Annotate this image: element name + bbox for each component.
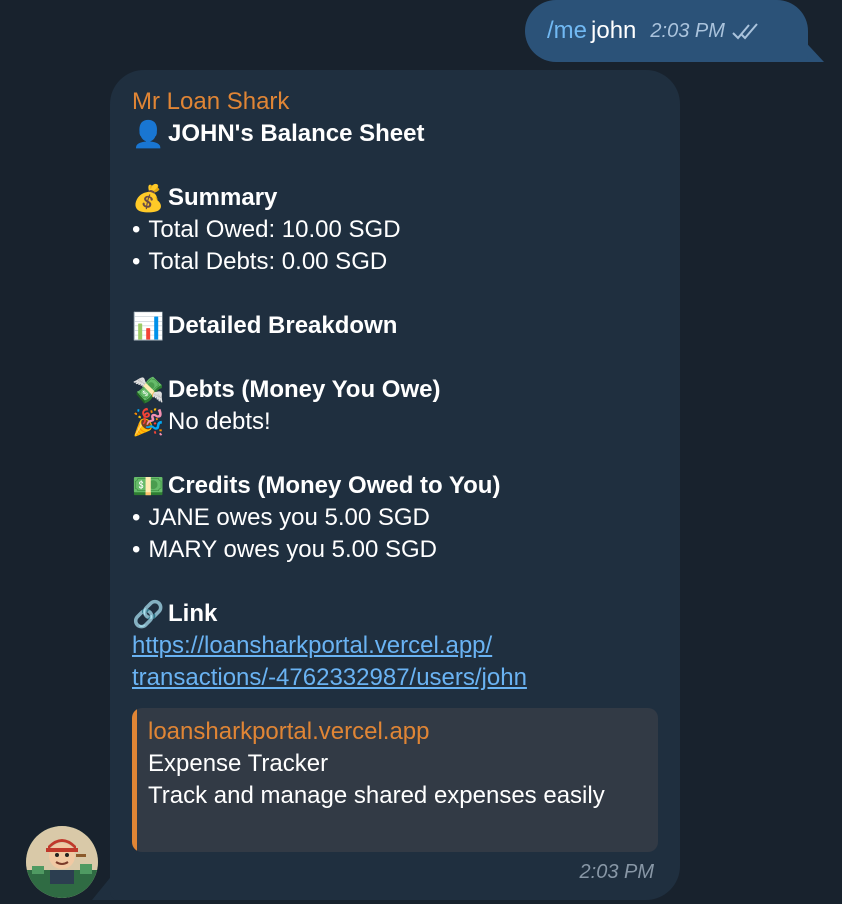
summary-item-total-debts: • Total Debts: 0.00 SGD bbox=[132, 248, 388, 275]
outgoing-message-text: john bbox=[591, 17, 637, 44]
balance-sheet-header: 👤 JOHN's Balance Sheet bbox=[132, 118, 658, 150]
bar-chart-icon: 📊 bbox=[132, 311, 165, 341]
outgoing-message-time: 2:03 PM bbox=[650, 19, 725, 42]
loan-shark-avatar-image bbox=[26, 826, 98, 898]
portal-link-line-1[interactable]: https://loansharkportal.vercel.app/ bbox=[132, 630, 658, 662]
party-popper-icon: 🎉 bbox=[132, 407, 165, 437]
money-bag-icon: 💰 bbox=[132, 183, 165, 213]
debts-empty-text: No debts! bbox=[168, 408, 271, 435]
outgoing-message-meta: 2:03 PM bbox=[650, 20, 760, 43]
summary-item-total-owed: • Total Owed: 10.00 SGD bbox=[132, 216, 401, 243]
summary-heading: 💰 Summary bbox=[132, 182, 658, 214]
link-preview-card[interactable]: loansharkportal.vercel.app Expense Track… bbox=[132, 708, 658, 852]
credits-heading: 💵 Credits (Money Owed to You) bbox=[132, 470, 658, 502]
link-icon: 🔗 bbox=[132, 599, 165, 629]
debts-title: Debts (Money You Owe) bbox=[168, 376, 441, 403]
incoming-message-bubble[interactable]: Mr Loan Shark 👤 JOHN's Balance Sheet 💰 S… bbox=[110, 70, 680, 900]
double-check-icon bbox=[731, 21, 761, 41]
portal-link-line-2[interactable]: transactions/-4762332987/users/john bbox=[132, 662, 658, 694]
link-heading: 🔗 Link bbox=[132, 598, 658, 630]
command-text[interactable]: /me bbox=[547, 17, 587, 45]
preview-site-name: loansharkportal.vercel.app bbox=[148, 718, 430, 745]
portal-link[interactable]: https://loansharkportal.vercel.app/ tran… bbox=[132, 630, 658, 694]
credit-item-mary: • MARY owes you 5.00 SGD bbox=[132, 536, 437, 563]
summary-title: Summary bbox=[168, 184, 278, 211]
credit-item-jane: • JANE owes you 5.00 SGD bbox=[132, 504, 430, 531]
debts-empty: 🎉 No debts! bbox=[132, 406, 658, 438]
sender-name[interactable]: Mr Loan Shark bbox=[132, 86, 658, 118]
money-wings-icon: 💸 bbox=[132, 375, 165, 405]
preview-description: Track and manage shared expenses easily bbox=[148, 782, 605, 809]
debts-heading: 💸 Debts (Money You Owe) bbox=[132, 374, 658, 406]
incoming-message-time: 2:03 PM bbox=[579, 861, 654, 883]
breakdown-heading: 📊 Detailed Breakdown bbox=[132, 310, 658, 342]
breakdown-title: Detailed Breakdown bbox=[168, 312, 398, 339]
link-title: Link bbox=[168, 600, 218, 627]
dollar-banknote-icon: 💵 bbox=[132, 471, 165, 501]
credits-title: Credits (Money Owed to You) bbox=[168, 472, 501, 499]
outgoing-message-bubble[interactable]: /me john 2:03 PM bbox=[525, 0, 808, 62]
preview-title: Expense Tracker bbox=[148, 750, 329, 777]
person-icon: 👤 bbox=[132, 119, 165, 149]
avatar[interactable] bbox=[26, 826, 98, 898]
balance-sheet-title: JOHN's Balance Sheet bbox=[168, 120, 425, 147]
preview-accent-bar bbox=[132, 708, 137, 852]
